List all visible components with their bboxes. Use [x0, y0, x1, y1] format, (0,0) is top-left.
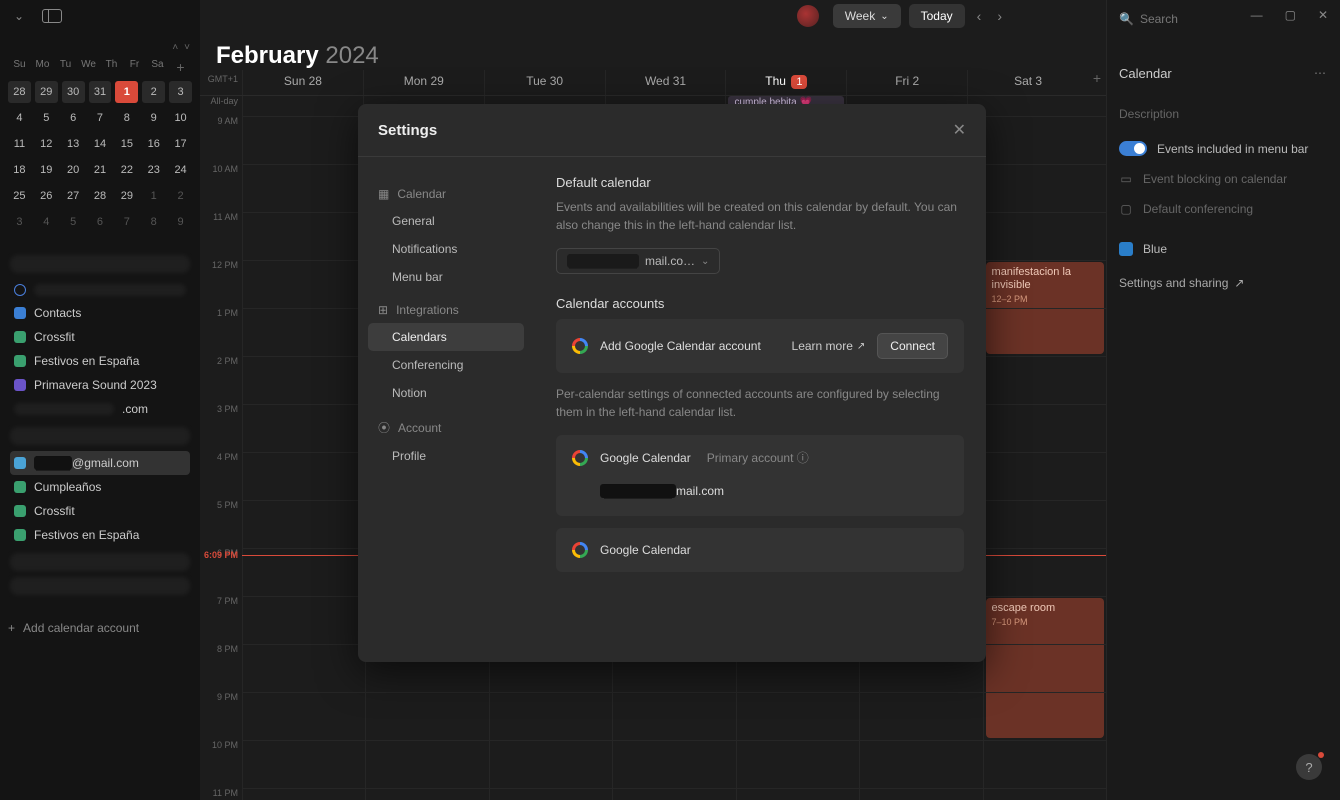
primary-account-label: Primary account ⓘ	[707, 449, 809, 466]
redacted-text: ████████	[600, 484, 676, 498]
close-icon[interactable]: ✕	[953, 120, 966, 140]
nav-group-account: Account	[398, 421, 441, 435]
info-icon: ⓘ	[797, 451, 809, 465]
redacted-text: ████████	[567, 254, 639, 268]
google-calendar-label: Google Calendar	[600, 543, 691, 557]
add-google-panel: Add Google Calendar account Learn more ↗…	[556, 319, 964, 373]
google-account-secondary[interactable]: Google Calendar	[556, 528, 964, 572]
nav-calendars[interactable]: Calendars	[368, 323, 524, 351]
nav-profile[interactable]: Profile	[368, 442, 524, 470]
nav-general[interactable]: General	[368, 207, 524, 235]
settings-nav: ▦ Calendar General Notifications Menu bar…	[358, 157, 534, 662]
settings-content: Default calendar Events and availabiliti…	[534, 157, 986, 662]
google-calendar-label: Google Calendar	[600, 451, 691, 465]
account-group-icon: ⦿	[378, 419, 390, 436]
google-logo-icon	[572, 542, 588, 558]
account-email: ████████mail.com	[600, 484, 948, 498]
chevron-down-icon: ⌄	[701, 256, 709, 267]
per-calendar-desc: Per-calendar settings of connected accou…	[556, 385, 964, 421]
google-logo-icon	[572, 338, 588, 354]
learn-more-label: Learn more	[792, 339, 853, 353]
default-calendar-email-suffix: mail.co…	[645, 254, 695, 268]
nav-group-calendar: Calendar	[397, 187, 446, 201]
settings-title: Settings	[378, 122, 437, 139]
calendar-accounts-title: Calendar accounts	[556, 296, 964, 311]
nav-notifications[interactable]: Notifications	[368, 235, 524, 263]
default-calendar-title: Default calendar	[556, 175, 964, 190]
nav-conferencing[interactable]: Conferencing	[368, 351, 524, 379]
calendar-group-icon: ▦	[378, 187, 389, 201]
learn-more-link[interactable]: Learn more ↗	[792, 339, 866, 353]
help-button[interactable]: ?	[1296, 754, 1322, 780]
default-calendar-desc: Events and availabilities will be create…	[556, 198, 964, 234]
nav-menubar[interactable]: Menu bar	[368, 263, 524, 291]
settings-modal: Settings ✕ ▦ Calendar General Notificatio…	[358, 104, 986, 662]
scroll-down-icon[interactable]: ▼	[985, 651, 986, 662]
integrations-group-icon: ⊞	[378, 303, 388, 317]
external-link-icon: ↗	[857, 341, 865, 352]
default-calendar-select[interactable]: ████████ mail.co… ⌄	[556, 248, 720, 274]
connect-button[interactable]: Connect	[877, 333, 948, 359]
nav-group-integrations: Integrations	[396, 303, 459, 317]
nav-notion[interactable]: Notion	[368, 379, 524, 407]
google-account-primary[interactable]: Google Calendar Primary account ⓘ ██████…	[556, 435, 964, 516]
google-logo-icon	[572, 450, 588, 466]
add-google-label: Add Google Calendar account	[600, 339, 780, 353]
settings-modal-backdrop: Settings ✕ ▦ Calendar General Notificatio…	[0, 0, 1340, 800]
notification-dot-icon	[1318, 752, 1324, 758]
